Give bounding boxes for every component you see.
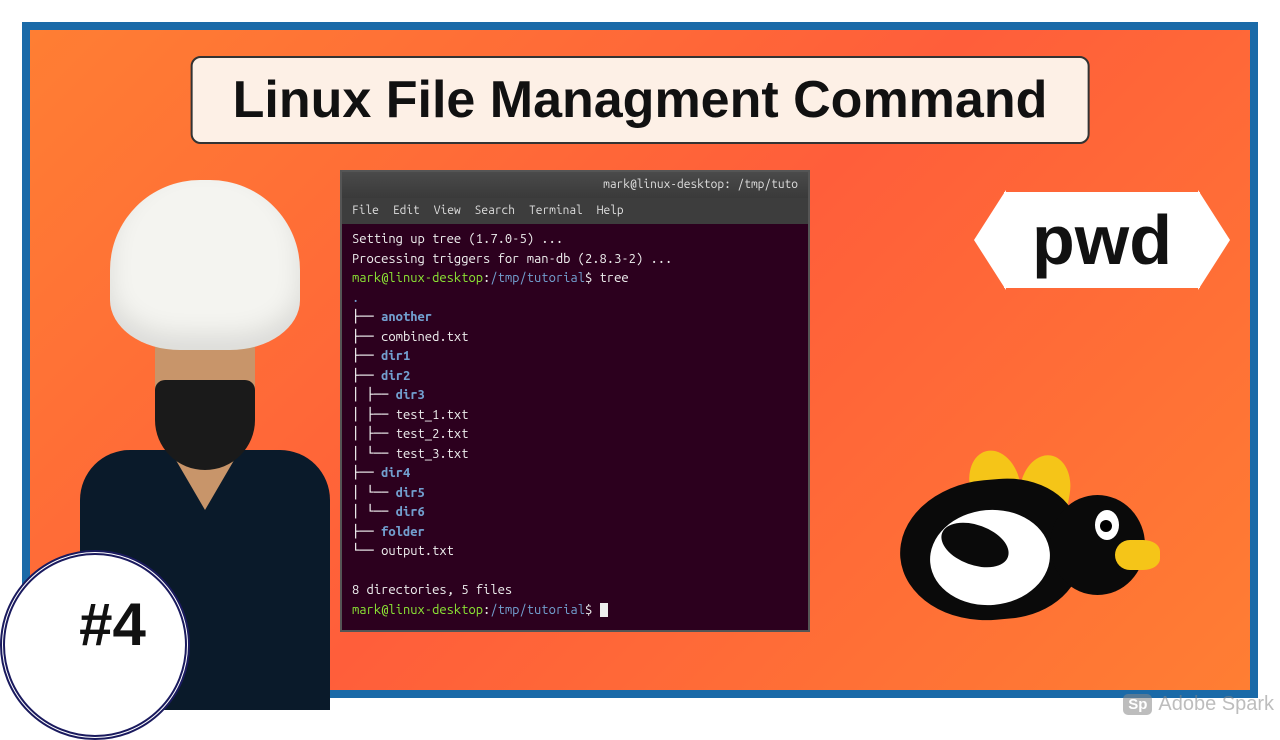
menu-terminal[interactable]: Terminal [529,202,583,220]
spark-logo-icon: Sp [1123,694,1152,715]
terminal-menubar: File Edit View Search Terminal Help [342,198,808,224]
tree-root: . [352,289,798,309]
tree-output: ├── another├── combined.txt├── dir1├── d… [352,308,798,562]
output-line: Processing triggers for man-db (2.8.3-2)… [352,250,798,270]
tree-line: ├── dir1 [352,347,798,367]
thumbnail-frame: Linux File Managment Command pwd mark@li… [22,22,1258,698]
tree-line: ├── combined.txt [352,328,798,348]
tree-line: ├── dir4 [352,464,798,484]
arrow-right-icon [1198,190,1230,290]
menu-edit[interactable]: Edit [393,202,420,220]
title-banner: Linux File Managment Command [191,56,1090,144]
watermark-text: Adobe Spark [1158,693,1274,716]
tree-line: │ └── dir6 [352,503,798,523]
menu-file[interactable]: File [352,202,379,220]
watermark: Sp Adobe Spark [1123,693,1274,716]
tree-line: └── output.txt [352,542,798,562]
tux-penguin-icon [900,450,1170,660]
terminal-content[interactable]: Setting up tree (1.7.0-5) ... Processing… [342,224,808,630]
tree-line: │ └── dir5 [352,484,798,504]
tree-line: │ ├── test_2.txt [352,425,798,445]
episode-badge: #4 [0,550,190,740]
terminal-window[interactable]: mark@linux-desktop: /tmp/tuto File Edit … [340,170,810,632]
prompt-path: /tmp/tutorial [490,271,585,285]
tree-line: ├── dir2 [352,367,798,387]
prompt-user: mark@linux-desktop [352,271,483,285]
typed-command: tree [600,271,629,285]
tree-line: │ ├── test_1.txt [352,406,798,426]
arrow-left-icon [974,190,1006,290]
command-badge: pwd [974,190,1230,290]
tree-line: │ ├── dir3 [352,386,798,406]
menu-help[interactable]: Help [597,202,624,220]
menu-view[interactable]: View [434,202,461,220]
cursor-icon [600,603,608,617]
prompt-line: mark@linux-desktop:/tmp/tutorial$ tree [352,269,798,289]
tree-summary: 8 directories, 5 files [352,581,798,601]
episode-number: #4 [79,590,146,659]
tree-line: ├── folder [352,523,798,543]
page-title: Linux File Managment Command [233,70,1048,130]
menu-search[interactable]: Search [475,202,515,220]
tree-line: ├── another [352,308,798,328]
command-label: pwd [1004,192,1200,288]
tree-line: │ └── test_3.txt [352,445,798,465]
terminal-titlebar: mark@linux-desktop: /tmp/tuto [342,172,808,198]
output-line: Setting up tree (1.7.0-5) ... [352,230,798,250]
prompt-line: mark@linux-desktop:/tmp/tutorial$ [352,601,798,621]
